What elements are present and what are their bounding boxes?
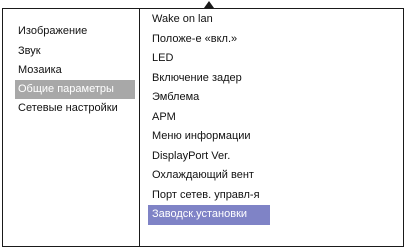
submenu-item-displayport-version[interactable]: DisplayPort Ver.: [148, 147, 270, 167]
main-menu-item-sound[interactable]: Звук: [15, 42, 135, 61]
submenu-item-power-on-state[interactable]: Положе-е «вкл.»: [148, 30, 270, 50]
submenu-item-led[interactable]: LED: [148, 49, 270, 69]
scroll-up-arrow-icon[interactable]: [204, 1, 214, 8]
submenu-item-logo[interactable]: Эмблема: [148, 88, 270, 108]
main-menu-item-network-settings[interactable]: Сетевые настройки: [15, 99, 135, 118]
submenu-item-information-osd[interactable]: Меню информации: [148, 127, 270, 147]
submenu-item-apm[interactable]: APM: [148, 108, 270, 128]
submenu-item-cooling-fan[interactable]: Охлаждающий вент: [148, 166, 270, 186]
menu-divider: [139, 8, 140, 247]
main-menu-item-general-settings[interactable]: Общие параметры: [15, 80, 135, 99]
main-menu: Изображение Звук Мозаика Общие параметры…: [15, 22, 135, 118]
main-menu-item-tiling[interactable]: Мозаика: [15, 61, 135, 80]
submenu-item-switch-on-delay[interactable]: Включение задер: [148, 69, 270, 89]
main-menu-item-picture[interactable]: Изображение: [15, 22, 135, 41]
submenu-item-network-control-port[interactable]: Порт сетев. управл-я: [148, 186, 270, 206]
submenu-item-factory-settings[interactable]: Заводск.установки: [148, 205, 270, 225]
submenu-item-wake-on-lan[interactable]: Wake on lan: [148, 10, 270, 30]
submenu: Wake on lan Положе-е «вкл.» LED Включени…: [148, 10, 270, 225]
